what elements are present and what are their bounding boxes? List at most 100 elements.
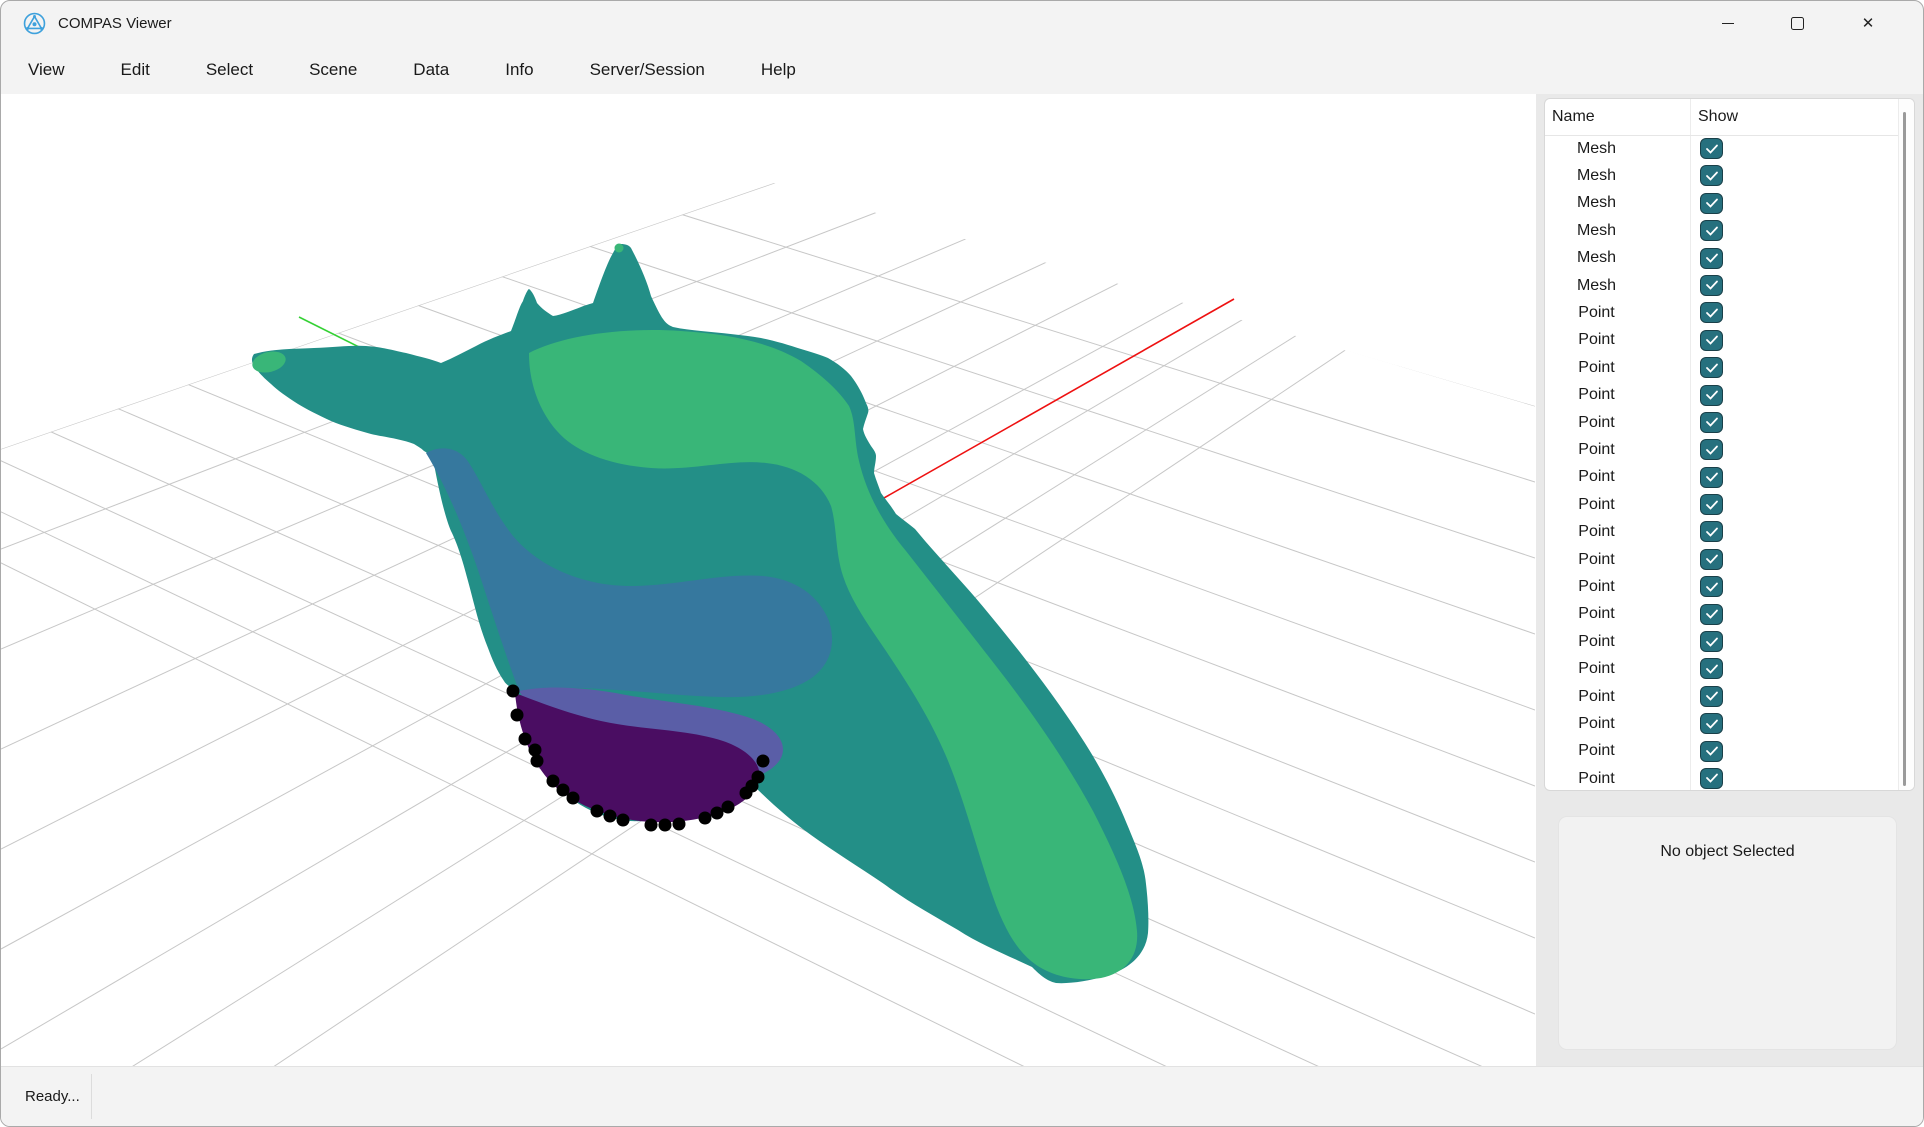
table-row[interactable]: Mesh	[1545, 190, 1899, 217]
scene-tree-panel: Name Show MeshMeshMeshMeshMeshMeshPointP…	[1544, 98, 1915, 791]
scene-tree-header: Name Show	[1545, 99, 1914, 136]
visibility-checkbox[interactable]	[1700, 713, 1723, 734]
visibility-checkbox[interactable]	[1700, 220, 1723, 241]
menu-item-view[interactable]: View	[26, 56, 67, 84]
visibility-checkbox[interactable]	[1700, 302, 1723, 323]
object-name-cell: Point	[1545, 409, 1648, 436]
menu-bar: View Edit Select Scene Data Info Server/Sessio…	[1, 46, 1923, 94]
table-row[interactable]: Point	[1545, 628, 1899, 655]
object-name-cell: Mesh	[1545, 217, 1648, 244]
object-name-cell: Point	[1545, 299, 1648, 326]
table-row[interactable]: Point	[1545, 436, 1899, 463]
check-icon	[1704, 224, 1720, 238]
column-header-show: Show	[1698, 99, 1738, 135]
maximize-button[interactable]	[1774, 1, 1820, 45]
window-title: COMPAS Viewer	[58, 1, 172, 46]
object-name-cell: Point	[1545, 546, 1648, 573]
check-icon	[1704, 635, 1720, 649]
visibility-checkbox[interactable]	[1700, 494, 1723, 515]
minimize-button[interactable]	[1705, 1, 1751, 45]
mesh-object[interactable]	[250, 244, 1148, 984]
visibility-checkbox[interactable]	[1700, 631, 1723, 652]
table-row[interactable]: Point	[1545, 601, 1899, 628]
table-row[interactable]: Point	[1545, 491, 1899, 518]
column-header-name: Name	[1552, 99, 1595, 135]
check-icon	[1704, 361, 1720, 375]
visibility-checkbox[interactable]	[1700, 193, 1723, 214]
visibility-checkbox[interactable]	[1700, 385, 1723, 406]
visibility-checkbox[interactable]	[1700, 138, 1723, 159]
visibility-checkbox[interactable]	[1700, 686, 1723, 707]
table-row[interactable]: Point	[1545, 464, 1899, 491]
table-row[interactable]: Point	[1545, 683, 1899, 710]
visibility-checkbox[interactable]	[1700, 357, 1723, 378]
table-row[interactable]: Mesh	[1545, 135, 1899, 162]
table-row[interactable]: Point	[1545, 546, 1899, 573]
object-name-cell: Point	[1545, 601, 1648, 628]
viewport-3d[interactable]	[1, 94, 1536, 1069]
visibility-checkbox[interactable]	[1700, 412, 1723, 433]
right-dock: Name Show MeshMeshMeshMeshMeshMeshPointP…	[1536, 94, 1923, 1069]
check-icon	[1704, 689, 1720, 703]
table-row[interactable]: Mesh	[1545, 245, 1899, 272]
table-row[interactable]: Mesh	[1545, 217, 1899, 244]
table-row[interactable]: Point	[1545, 573, 1899, 600]
table-row[interactable]: Point	[1545, 765, 1899, 790]
check-icon	[1704, 498, 1720, 512]
scrollbar-thumb[interactable]	[1903, 112, 1906, 786]
check-icon	[1704, 415, 1720, 429]
object-name-cell: Point	[1545, 655, 1648, 682]
table-row[interactable]: Point	[1545, 354, 1899, 381]
visibility-checkbox[interactable]	[1700, 576, 1723, 597]
visibility-checkbox[interactable]	[1700, 467, 1723, 488]
menu-item-select[interactable]: Select	[204, 56, 255, 84]
table-row[interactable]: Mesh	[1545, 162, 1899, 189]
check-icon	[1704, 470, 1720, 484]
check-icon	[1704, 196, 1720, 210]
table-scrollbar[interactable]	[1898, 99, 1914, 790]
object-name-cell: Mesh	[1545, 162, 1648, 189]
object-name-cell: Point	[1545, 710, 1648, 737]
object-info-panel: No object Selected	[1558, 816, 1897, 1050]
table-row[interactable]: Mesh	[1545, 272, 1899, 299]
object-name-cell: Point	[1545, 683, 1648, 710]
visibility-checkbox[interactable]	[1700, 165, 1723, 186]
table-row[interactable]: Point	[1545, 409, 1899, 436]
check-icon	[1704, 607, 1720, 621]
visibility-checkbox[interactable]	[1700, 604, 1723, 625]
table-row[interactable]: Point	[1545, 518, 1899, 545]
table-row[interactable]: Point	[1545, 299, 1899, 326]
check-icon	[1704, 278, 1720, 292]
visibility-checkbox[interactable]	[1700, 741, 1723, 762]
menu-item-info[interactable]: Info	[503, 56, 535, 84]
menu-item-data[interactable]: Data	[411, 56, 451, 84]
menu-item-edit[interactable]: Edit	[119, 56, 152, 84]
visibility-checkbox[interactable]	[1700, 658, 1723, 679]
check-icon	[1704, 771, 1720, 785]
check-icon	[1704, 169, 1720, 183]
table-row[interactable]: Point	[1545, 327, 1899, 354]
table-row[interactable]: Point	[1545, 710, 1899, 737]
menu-item-scene[interactable]: Scene	[307, 56, 359, 84]
close-button[interactable]: ✕	[1845, 1, 1891, 45]
visibility-checkbox[interactable]	[1700, 248, 1723, 269]
menu-item-server-session[interactable]: Server/Session	[588, 56, 707, 84]
object-name-cell: Point	[1545, 738, 1648, 765]
compas-logo-icon	[23, 12, 46, 35]
visibility-checkbox[interactable]	[1700, 275, 1723, 296]
object-name-cell: Point	[1545, 436, 1648, 463]
table-row[interactable]: Point	[1545, 738, 1899, 765]
object-name-cell: Point	[1545, 628, 1648, 655]
visibility-checkbox[interactable]	[1700, 439, 1723, 460]
object-name-cell: Point	[1545, 573, 1648, 600]
visibility-checkbox[interactable]	[1700, 768, 1723, 789]
table-row[interactable]: Point	[1545, 382, 1899, 409]
table-row[interactable]: Point	[1545, 655, 1899, 682]
check-icon	[1704, 142, 1720, 156]
minimize-icon	[1722, 23, 1734, 24]
visibility-checkbox[interactable]	[1700, 549, 1723, 570]
visibility-checkbox[interactable]	[1700, 330, 1723, 351]
object-name-cell: Mesh	[1545, 190, 1648, 217]
menu-item-help[interactable]: Help	[759, 56, 798, 84]
visibility-checkbox[interactable]	[1700, 521, 1723, 542]
